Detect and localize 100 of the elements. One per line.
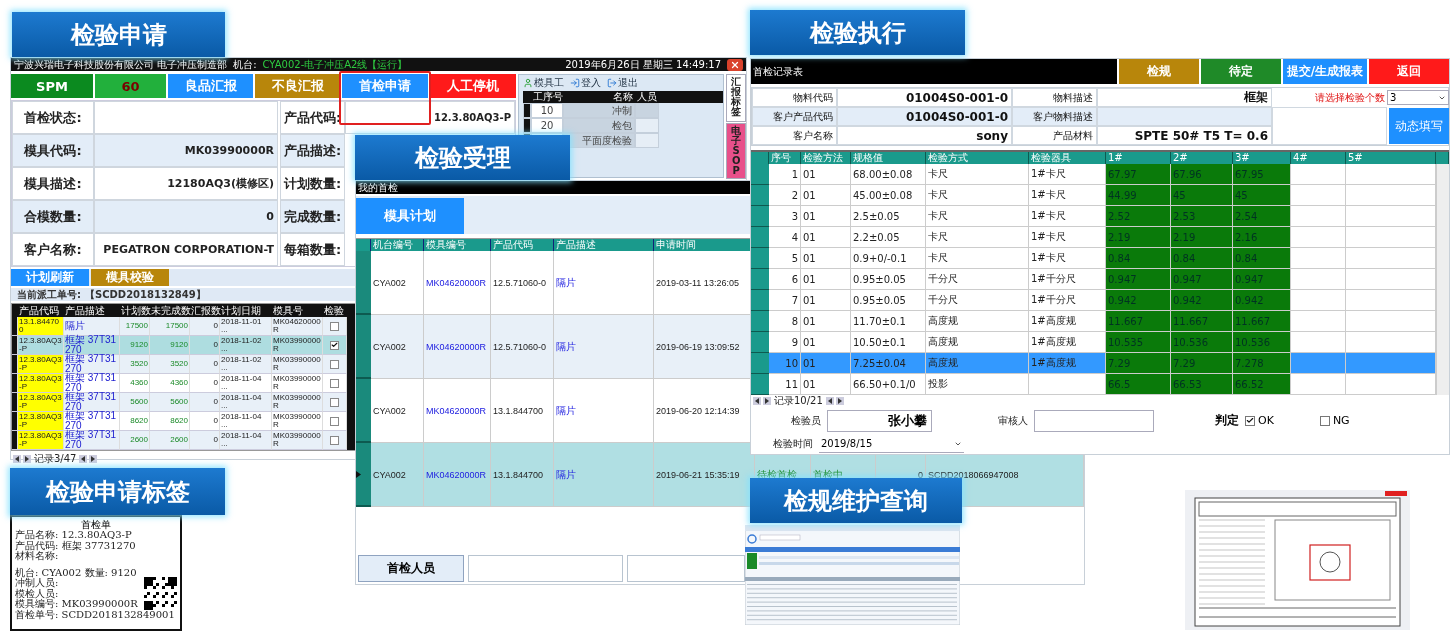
card-line: 材料名称: xyxy=(15,551,59,562)
toolbar-button[interactable]: 登入 xyxy=(570,76,601,90)
section-label: 检验执行 xyxy=(750,10,965,55)
field-label: 客户产品代码 xyxy=(752,107,837,126)
card-line: 冲制人员: xyxy=(15,578,59,589)
checkbox[interactable] xyxy=(330,359,339,369)
field-label: 模具代码: xyxy=(12,134,94,167)
pager-next-last-icon[interactable] xyxy=(79,455,98,463)
checkbox[interactable] xyxy=(1319,415,1330,426)
row-header xyxy=(751,206,769,227)
toolbar-button[interactable]: 检规 xyxy=(1119,59,1199,84)
row-header xyxy=(751,185,769,206)
row-pointer-icon xyxy=(356,470,361,478)
dispatch-number: 【SCDD2018132849】 xyxy=(85,287,206,302)
checkbox[interactable] xyxy=(330,378,339,388)
column-header: 未完成数 xyxy=(150,304,190,317)
login-icon xyxy=(570,78,580,88)
table-cell: MK04620000R xyxy=(424,315,491,379)
toolbar-button[interactable]: 待定 xyxy=(1201,59,1281,84)
table-cell: 5600 xyxy=(120,393,150,412)
table-cell: 9 xyxy=(769,332,801,353)
pager-next-last-icon[interactable] xyxy=(825,397,844,405)
action-button[interactable]: 不良汇报 xyxy=(255,74,340,98)
checkbox[interactable] xyxy=(330,435,339,445)
action-button[interactable]: 良品汇报 xyxy=(168,74,253,98)
table-cell: 11.667 xyxy=(1171,311,1233,332)
toolbar-button[interactable]: 模具工 xyxy=(523,76,564,90)
row-header xyxy=(751,290,769,311)
table-cell: 2.16 xyxy=(1233,227,1291,248)
table-cell: 0.95±0.05 xyxy=(851,290,926,311)
date-select[interactable]: 2019/8/15 xyxy=(819,435,964,454)
table-cell: 隔片 xyxy=(554,251,654,315)
field-value: 0 xyxy=(94,200,278,233)
close-button[interactable] xyxy=(727,58,743,71)
table-cell: 7.29 xyxy=(1106,353,1171,374)
table-cell: 12.3.80AQ3-P xyxy=(18,412,64,431)
field-value: 01004S0-001-0 xyxy=(837,88,1012,107)
checkbox[interactable] xyxy=(330,340,339,350)
column-header: 检验方式 xyxy=(926,152,1029,164)
pager-first-prev-icon[interactable] xyxy=(753,397,771,405)
action-button[interactable]: 首检申请 xyxy=(342,74,428,98)
inspector-field[interactable] xyxy=(468,554,623,582)
checkbox-label: OK xyxy=(1258,414,1274,428)
inspector-button[interactable]: 首检人员 xyxy=(358,554,464,582)
table-cell: 0.84 xyxy=(1106,248,1171,269)
table-cell: 卡尺 xyxy=(926,248,1029,269)
inspector-field[interactable]: 张小攀 xyxy=(827,409,932,432)
reviewer-field[interactable] xyxy=(1034,409,1154,432)
action-button[interactable]: 人工停机 xyxy=(430,74,516,98)
table-cell: 1#高度规 xyxy=(1029,353,1106,374)
checkbox[interactable] xyxy=(330,416,339,426)
table-cell: 1#千分尺 xyxy=(1029,269,1106,290)
table-cell: 7.25±0.04 xyxy=(851,353,926,374)
pager-first-prev-icon[interactable] xyxy=(13,455,31,463)
toolbar-button[interactable]: 退出 xyxy=(607,76,638,90)
count-select[interactable]: 3 xyxy=(1387,90,1449,105)
table-cell: 7.29 xyxy=(1171,353,1233,374)
field-value: 01004S0-001-0 xyxy=(837,107,1012,126)
record-counter: 记录10/21 xyxy=(774,394,823,408)
plan-button[interactable]: 计划刷新 xyxy=(11,269,89,286)
table-cell: 66.5 xyxy=(1106,374,1171,395)
column-header: 计划日期 xyxy=(220,304,262,317)
table-cell: 0.84 xyxy=(1233,248,1291,269)
toolbar-button[interactable]: 返回 xyxy=(1369,59,1449,84)
table-cell: 1#卡尺 xyxy=(1029,248,1106,269)
table-cell: 17500 xyxy=(120,317,150,336)
action-button[interactable]: 60 xyxy=(95,74,166,98)
fill-button[interactable]: 动态填写 xyxy=(1389,108,1449,144)
table-cell: 10 xyxy=(769,353,801,374)
table-cell: 2018-11-04 ... xyxy=(220,431,272,450)
table-cell: 冲制 xyxy=(563,103,635,118)
tab-button[interactable]: 模具计划 xyxy=(356,198,464,234)
table-cell: 3 xyxy=(769,206,801,227)
toolbar-button[interactable]: 提交/生成报表 xyxy=(1283,59,1367,84)
column-header: 人员 xyxy=(635,91,659,103)
action-button[interactable]: SPM xyxy=(11,74,93,98)
field-value: SPTE 50# T5 T= 0.6 xyxy=(1097,126,1272,145)
table-cell: 01 xyxy=(801,269,851,290)
table-cell: 01 xyxy=(801,248,851,269)
plan-button[interactable]: 模具校验 xyxy=(91,269,169,286)
checkbox[interactable] xyxy=(330,321,339,331)
table-cell: 0 xyxy=(190,374,220,393)
field-label: 模具描述: xyxy=(12,167,94,200)
checkbox[interactable] xyxy=(330,397,339,407)
row-header xyxy=(751,227,769,248)
table-cell: MK04620000R xyxy=(424,379,491,443)
table-cell: 0 xyxy=(190,355,220,374)
table-cell: 66.53 xyxy=(1171,374,1233,395)
remark-field[interactable] xyxy=(627,554,745,582)
side-tab[interactable]: 电子SOP xyxy=(726,123,746,179)
table-cell: 0.947 xyxy=(1233,269,1291,290)
card-line: 模检人员: xyxy=(15,588,59,599)
table-cell: 2018-11-02 ... xyxy=(220,355,272,374)
table-cell xyxy=(1291,269,1346,290)
table-cell xyxy=(1291,353,1346,374)
row-header xyxy=(356,315,371,379)
side-tab[interactable]: 汇报标签 xyxy=(726,74,746,122)
table-cell xyxy=(1291,227,1346,248)
checkbox[interactable] xyxy=(1245,415,1255,426)
table-cell: 3520 xyxy=(150,355,190,374)
